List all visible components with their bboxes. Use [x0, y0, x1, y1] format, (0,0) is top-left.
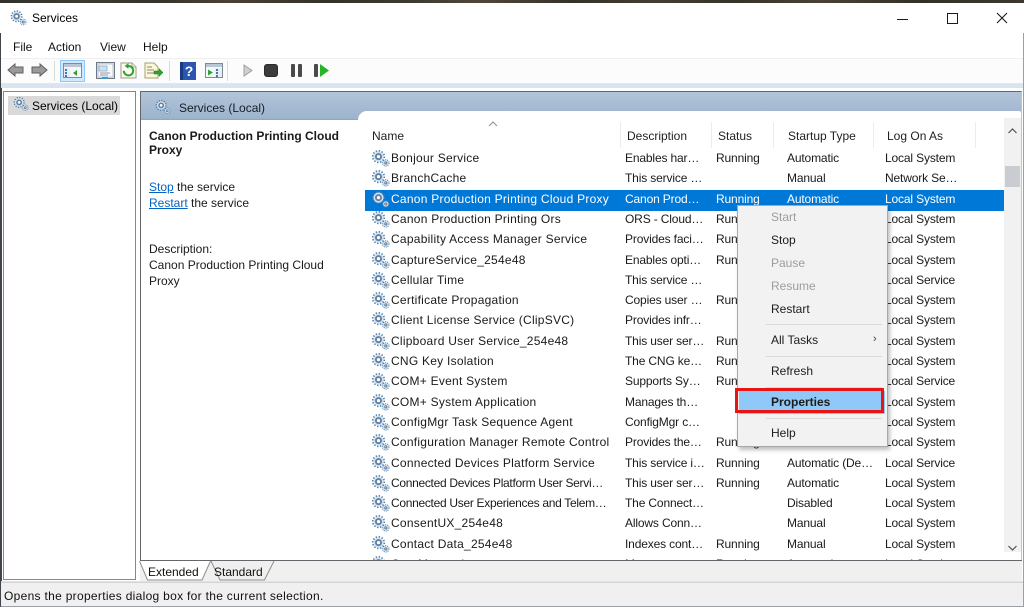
svg-text:?: ? [185, 63, 194, 79]
